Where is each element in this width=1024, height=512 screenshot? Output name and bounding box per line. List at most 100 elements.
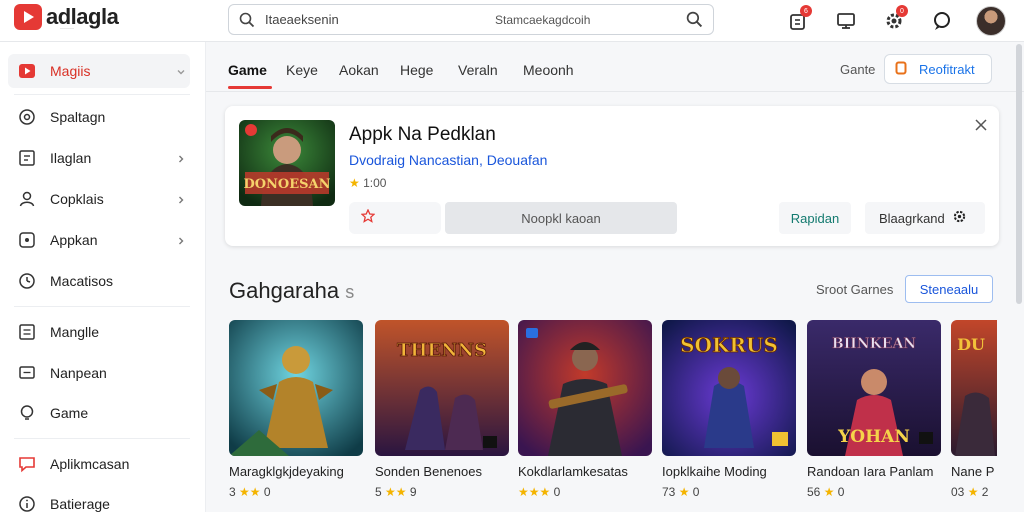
tab-keye[interactable]: Keye xyxy=(286,62,318,78)
game-art[interactable] xyxy=(229,320,363,456)
game-rating: 03 ★ 2 xyxy=(951,485,989,499)
logo-play-icon xyxy=(14,4,42,30)
notification-badge: 6 xyxy=(800,5,812,17)
sidebar-item-1[interactable]: Spaltagn xyxy=(8,100,190,134)
tab-aokan[interactable]: Aokan xyxy=(339,62,379,78)
game-art[interactable]: DU xyxy=(951,320,997,456)
search-hint: Stamcaekagdcoih xyxy=(495,12,591,27)
game-card[interactable]: DU Nane P 03 ★ 2 xyxy=(951,320,997,499)
sidebar-item-0[interactable]: Magiis xyxy=(8,54,190,88)
tab-meoonh[interactable]: Meoonh xyxy=(523,62,574,78)
tab-veraln[interactable]: Veraln xyxy=(458,62,498,78)
tab-hege[interactable]: Hege xyxy=(400,62,433,78)
game-title: Maragklgkjdeyaking xyxy=(229,464,344,479)
info-circle-icon xyxy=(18,495,40,512)
game-card[interactable]: SOKRUS Iopklkaihe Moding 73 ★ 0 xyxy=(662,320,796,499)
sidebar-item-label: Aplikmcasan xyxy=(50,456,130,472)
game-rating: 3 ★★ 0 xyxy=(229,485,271,499)
game-title: Sonden Benenoes xyxy=(375,464,482,479)
sidebar-item-label: Game xyxy=(50,405,89,421)
settings-icon[interactable]: 0 xyxy=(880,5,908,35)
blaagrkand-label: Blaagrkand xyxy=(879,210,945,226)
settings-badge: 0 xyxy=(896,5,908,17)
sidebar-item-label: Spaltagn xyxy=(50,109,106,125)
game-title: Nane P xyxy=(951,464,995,479)
game-art[interactable] xyxy=(518,320,652,456)
section-title: Gahgaraha s xyxy=(229,278,354,304)
tab-game[interactable]: Game xyxy=(228,62,267,78)
featured-app-title: Appk Na Pedklan xyxy=(349,124,496,145)
search-bar[interactable]: Itaeaeksenin Stamcaekagdcoih xyxy=(228,4,714,35)
install-button[interactable]: Noopkl kaoan xyxy=(445,202,677,234)
play-square-icon xyxy=(18,62,40,80)
game-art[interactable]: THENNS xyxy=(375,320,509,456)
monitor-icon xyxy=(18,364,40,382)
search-submit-icon[interactable] xyxy=(675,11,713,28)
sidebar-divider xyxy=(14,306,190,307)
chat-icon[interactable] xyxy=(928,7,956,35)
game-art-text: DU xyxy=(957,335,985,354)
section-button[interactable]: Steneaalu xyxy=(905,275,993,303)
app-box-icon xyxy=(18,231,40,249)
game-art-title: BIINKEAN xyxy=(832,336,916,352)
active-tab-indicator xyxy=(228,86,272,89)
sidebar-item-6[interactable]: Manglle xyxy=(8,315,190,349)
featured-app-rating: ★ 1:00 xyxy=(349,176,387,190)
featured-app-art[interactable]: DONOESAN xyxy=(239,120,335,206)
monitor-icon[interactable] xyxy=(832,7,860,35)
sidebar-item-3[interactable]: Copklais xyxy=(8,182,190,216)
chevron-right-icon xyxy=(176,233,186,249)
sidebar-item-9[interactable]: Aplikmcasan xyxy=(8,447,190,481)
game-art-text: YOHAN xyxy=(837,427,910,447)
featured-app-subtitle[interactable]: Dvodraig Nancastian, Deouafan xyxy=(349,152,547,168)
sidebar-item-2[interactable]: Ilaglan xyxy=(8,141,190,175)
square-lines-icon xyxy=(18,323,40,341)
game-card[interactable]: THENNS Sonden Benenoes 5 ★★ 9 xyxy=(375,320,509,499)
search-icon[interactable] xyxy=(229,12,265,28)
game-rating: 5 ★★ 9 xyxy=(375,485,417,499)
sidebar-item-label: Ilaglan xyxy=(50,150,92,166)
game-art[interactable]: SOKRUS xyxy=(662,320,796,456)
rapidan-button[interactable]: Rapidan xyxy=(779,202,851,234)
sidebar-item-8[interactable]: Game xyxy=(8,396,190,430)
sidebar-item-10[interactable]: Batierage xyxy=(8,487,190,512)
top-action-button[interactable]: Reofitrakt xyxy=(884,54,992,84)
top-action-label: Reofitrakt xyxy=(919,61,975,77)
featured-art-text: DONOESAN xyxy=(243,177,330,192)
section-title-suffix: s xyxy=(345,282,355,302)
featured-app-card: DONOESAN Appk Na Pedklan Dvodraig Nancas… xyxy=(225,106,999,246)
sidebar-item-4[interactable]: Appkan xyxy=(8,223,190,257)
game-title: Iopklkaihe Moding xyxy=(662,464,767,479)
game-card[interactable]: Kokdlarlamkesatas ★★★ 0 xyxy=(518,320,652,499)
circle-dot-icon xyxy=(18,108,40,126)
favorite-button[interactable] xyxy=(349,202,441,234)
game-art[interactable]: BIINKEAN YOHAN xyxy=(807,320,941,456)
chevron-right-icon xyxy=(176,192,186,208)
notifications-icon[interactable]: 6 xyxy=(784,5,812,35)
tabs-right-label[interactable]: Gante xyxy=(840,62,875,77)
sidebar-item-label: Copklais xyxy=(50,191,104,207)
game-rating: 56 ★ 0 xyxy=(807,485,845,499)
sidebar-divider xyxy=(14,438,190,439)
lightbulb-icon xyxy=(18,404,40,422)
clock-icon xyxy=(18,272,40,290)
sidebar-item-7[interactable]: Nanpean xyxy=(8,356,190,390)
page-scrollbar[interactable] xyxy=(1016,44,1022,304)
category-tabs: Game Keye Aokan Hege Veraln Meoonh Gante… xyxy=(206,42,1024,92)
game-card[interactable]: Maragklgkjdeyaking 3 ★★ 0 xyxy=(229,320,363,499)
game-card[interactable]: BIINKEAN YOHAN Randoan Iara Panlam 56 ★ … xyxy=(807,320,941,499)
game-list: Maragklgkjdeyaking 3 ★★ 0 THENNS Sonden … xyxy=(229,320,997,512)
section-link[interactable]: Sroot Garnes xyxy=(816,282,893,297)
sidebar-divider xyxy=(14,94,190,95)
close-icon[interactable] xyxy=(975,118,987,136)
sidebar-item-label: Appkan xyxy=(50,232,98,248)
chat-icon xyxy=(18,455,40,473)
person-icon xyxy=(18,190,40,208)
search-input[interactable]: Itaeaeksenin xyxy=(265,12,491,27)
game-rating: 73 ★ 0 xyxy=(662,485,700,499)
blaagrkand-button[interactable]: Blaagrkand xyxy=(865,202,985,234)
sidebar-item-5[interactable]: Macatisos xyxy=(8,264,190,298)
game-rating: ★★★ 0 xyxy=(518,485,561,499)
chevron-down-icon xyxy=(176,64,186,80)
avatar[interactable] xyxy=(976,6,1006,36)
